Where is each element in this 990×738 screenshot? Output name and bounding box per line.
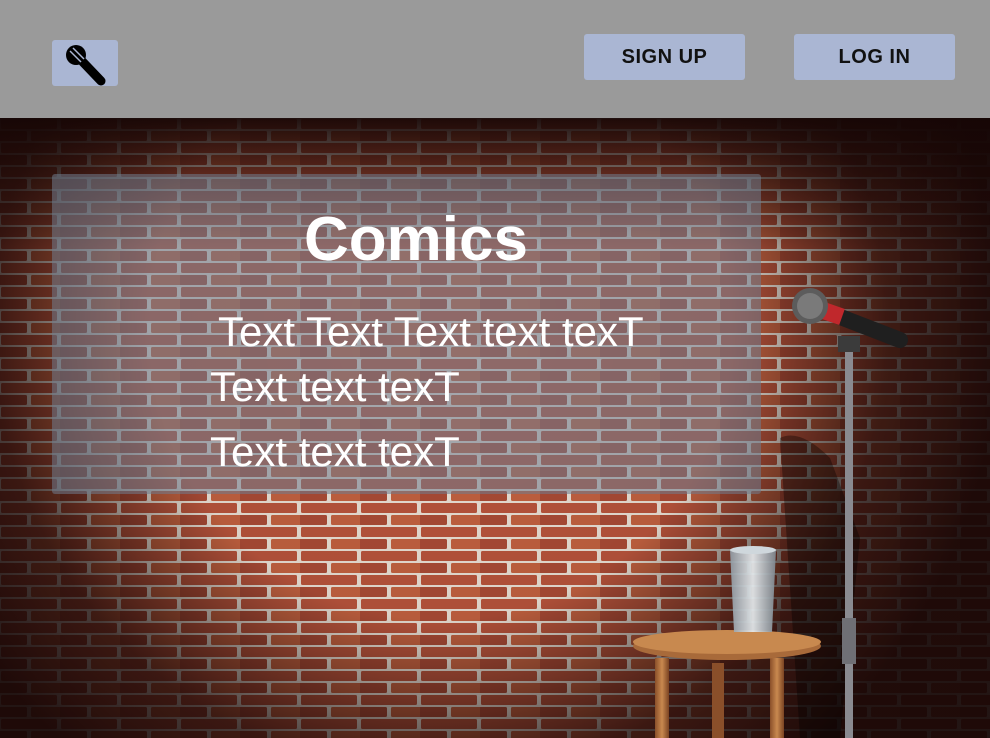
page-title: Comics [304, 205, 528, 274]
logo-button[interactable] [52, 40, 118, 86]
intro-text-line-2: Text text texT [210, 363, 460, 410]
log-in-button[interactable]: LOG IN [794, 34, 955, 80]
intro-text-line-3: Text text texT [210, 428, 460, 475]
top-navigation-bar: SIGN UP LOG IN [0, 0, 990, 118]
microphone-icon [66, 45, 106, 86]
intro-text-line-1: Text Text Text text texT [218, 308, 644, 355]
sign-up-button[interactable]: SIGN UP [584, 34, 745, 80]
